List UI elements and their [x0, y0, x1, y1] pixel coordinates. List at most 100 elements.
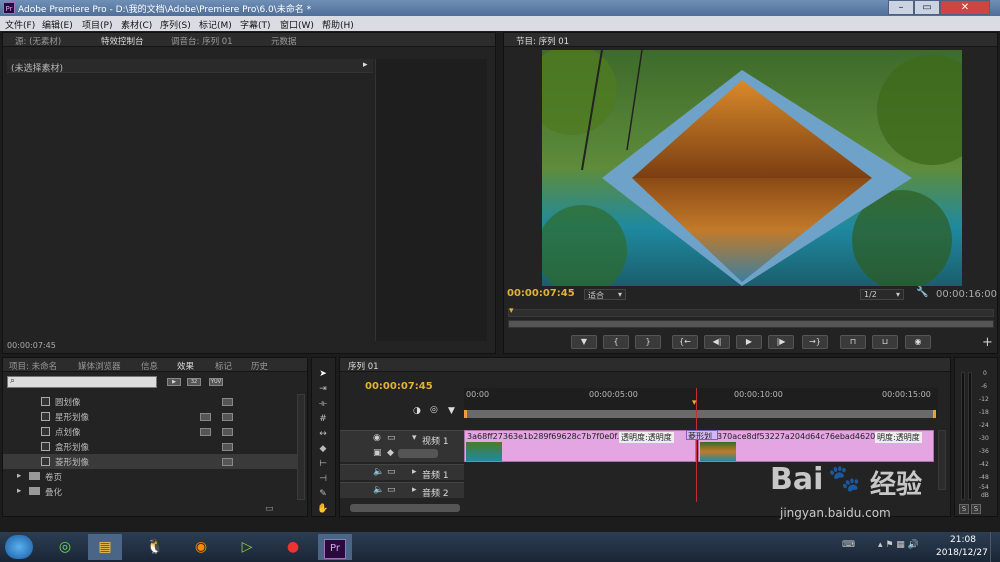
file-explorer-icon[interactable]: ▤: [88, 534, 122, 560]
transition-block[interactable]: 菱形划: [686, 430, 718, 440]
program-scrubber[interactable]: [508, 309, 994, 317]
speaker-icon[interactable]: 🔈: [373, 467, 384, 477]
yuv-effects-icon[interactable]: YUV: [209, 378, 223, 386]
expand-icon[interactable]: ▸: [17, 486, 21, 496]
premiere-taskbar-button[interactable]: Pr: [318, 534, 352, 560]
wrench-icon[interactable]: 🔧: [916, 287, 928, 298]
qq-icon[interactable]: 🐧: [138, 534, 172, 560]
export-frame-button[interactable]: ◉: [905, 335, 931, 349]
menu-clip[interactable]: 素材(C): [121, 18, 152, 31]
tab-audio-mixer[interactable]: 调音台: 序列 01: [171, 35, 233, 47]
menu-edit[interactable]: 编辑(E): [42, 18, 73, 31]
fit-dropdown[interactable]: 适合 ▾: [584, 289, 626, 300]
go-to-out-button[interactable]: →}: [802, 335, 828, 349]
resolution-dropdown[interactable]: 1/2 ▾: [860, 289, 904, 300]
extract-button[interactable]: ⊔: [872, 335, 898, 349]
pen-tool-icon[interactable]: ✎: [316, 488, 330, 501]
tab-program[interactable]: 节目: 序列 01: [516, 35, 569, 47]
razor-tool-icon[interactable]: ◆: [316, 443, 330, 456]
timeline-zoom-slider[interactable]: [350, 504, 460, 512]
plus-icon[interactable]: +: [982, 335, 993, 350]
mark-out-button[interactable]: }: [635, 335, 661, 349]
add-marker-icon[interactable]: ▼: [448, 406, 455, 416]
keyframe-toggle-icon[interactable]: ▣: [373, 448, 382, 458]
tab-history[interactable]: 历史: [251, 360, 268, 372]
step-forward-button[interactable]: |▶: [768, 335, 794, 349]
speaker-icon[interactable]: 🔈: [373, 485, 384, 495]
tab-project[interactable]: 项目: 未命名: [9, 360, 57, 372]
collapse-icon[interactable]: ▾: [412, 433, 417, 443]
rate-stretch-tool-icon[interactable]: ↔: [316, 428, 330, 441]
menu-project[interactable]: 项目(P): [82, 18, 112, 31]
playhead-handle-icon[interactable]: ▾: [692, 398, 697, 408]
close-button[interactable]: ✕: [940, 0, 990, 15]
marker-set-icon[interactable]: ◎: [430, 405, 438, 415]
app-360-icon[interactable]: ◎: [48, 534, 82, 560]
tab-media-browser[interactable]: 媒体浏览器: [78, 360, 121, 372]
menu-help[interactable]: 帮助(H): [322, 18, 354, 31]
eye-icon[interactable]: ◉: [373, 433, 381, 443]
keyframe-nav[interactable]: [398, 449, 438, 458]
maximize-button[interactable]: ▭: [914, 0, 940, 15]
menu-marker[interactable]: 标记(M): [199, 18, 232, 31]
lock-icon[interactable]: ▭: [387, 467, 396, 477]
video-clip-2[interactable]: 370ace8df53227a204d64c76ebad4620.jpg 明度:…: [698, 430, 934, 462]
folder-row[interactable]: ▸ 叠化: [3, 484, 303, 499]
tab-source[interactable]: 源: (无素材): [15, 35, 61, 47]
firefox-icon[interactable]: ◉: [184, 534, 218, 560]
media-app-icon[interactable]: ▷: [230, 534, 264, 560]
mark-in-button[interactable]: {: [603, 335, 629, 349]
tab-metadata[interactable]: 元数据: [271, 35, 297, 47]
snap-icon[interactable]: ◑: [413, 406, 421, 416]
selection-tool-icon[interactable]: ➤: [316, 368, 330, 381]
menu-file[interactable]: 文件(F): [5, 18, 35, 31]
32bit-effects-icon[interactable]: 32: [187, 378, 201, 386]
track-select-tool-icon[interactable]: ⇥: [316, 383, 330, 396]
tab-markers[interactable]: 标记: [215, 360, 232, 372]
effects-scrollbar[interactable]: [297, 394, 305, 500]
tab-effect-controls[interactable]: 特效控制台: [101, 35, 144, 47]
list-item[interactable]: 圆划像: [3, 394, 303, 409]
tray-icons[interactable]: ▴ ⚑ ▦ 🔊: [878, 540, 919, 550]
list-item[interactable]: 点划像: [3, 424, 303, 439]
lift-button[interactable]: ⊓: [840, 335, 866, 349]
lock-icon[interactable]: ▭: [387, 485, 396, 495]
go-to-in-button[interactable]: {←: [672, 335, 698, 349]
add-marker-button[interactable]: ▼: [571, 335, 597, 349]
show-desktop-button[interactable]: [990, 532, 1000, 562]
slide-tool-icon[interactable]: ⊣: [316, 473, 330, 486]
play-button[interactable]: ▶: [736, 335, 762, 349]
rolling-edit-tool-icon[interactable]: #: [316, 413, 330, 426]
tab-info[interactable]: 信息: [141, 360, 158, 372]
diamond-icon[interactable]: ◆: [387, 448, 394, 458]
solo-right-button[interactable]: S: [971, 504, 981, 514]
zoom-bar[interactable]: [508, 320, 994, 328]
start-button-icon[interactable]: [5, 535, 33, 559]
time-ruler[interactable]: 00:00 00:00:05:00 00:00:10:00 00:00:15:0…: [464, 388, 938, 418]
effects-search-input[interactable]: ⌕: [7, 376, 157, 388]
tab-effects[interactable]: 效果: [177, 360, 194, 372]
step-back-button[interactable]: ◀|: [704, 335, 730, 349]
minimize-button[interactable]: –: [888, 0, 914, 15]
menu-title[interactable]: 字幕(T): [240, 18, 271, 31]
play-arrow-icon[interactable]: ▸: [363, 60, 368, 70]
expand-icon[interactable]: ▸: [412, 467, 417, 477]
record-icon[interactable]: ●: [276, 534, 310, 560]
slip-tool-icon[interactable]: ⊢: [316, 458, 330, 471]
list-item[interactable]: 星形划像: [3, 409, 303, 424]
menu-sequence[interactable]: 序列(S): [160, 18, 191, 31]
menu-window[interactable]: 窗口(W): [280, 18, 314, 31]
expand-icon[interactable]: ▸: [17, 471, 21, 481]
expand-icon[interactable]: ▸: [412, 485, 417, 495]
list-item-selected[interactable]: 菱形划像: [3, 454, 303, 469]
solo-left-button[interactable]: S: [959, 504, 969, 514]
lock-icon[interactable]: ▭: [387, 433, 396, 443]
playhead-icon[interactable]: ▾: [509, 306, 514, 316]
accelerated-effects-icon[interactable]: ▶: [167, 378, 181, 386]
video-clip-1[interactable]: 3a68ff27363e1b289f69628c7b7f0e0f.jpg 透明度…: [464, 430, 696, 462]
ripple-edit-tool-icon[interactable]: ⟛: [316, 398, 330, 411]
tab-sequence[interactable]: 序列 01: [348, 360, 379, 372]
timeline-scrollbar[interactable]: [938, 430, 946, 490]
work-area-bar[interactable]: [464, 410, 936, 418]
new-bin-icon[interactable]: ▭: [265, 504, 274, 514]
